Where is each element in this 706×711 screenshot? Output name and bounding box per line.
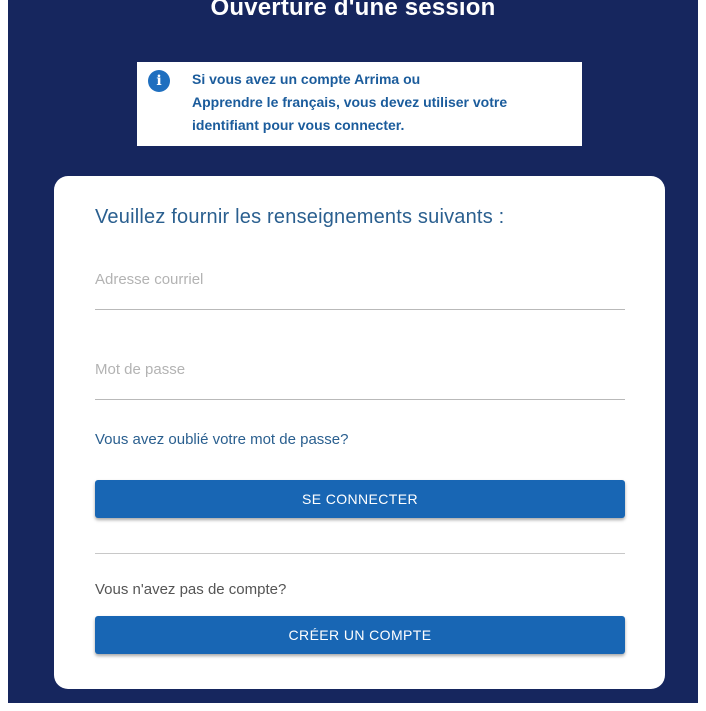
- divider: [95, 553, 625, 554]
- info-line: Si vous avez un compte Arrima ou: [192, 71, 421, 87]
- page-title: Ouverture d'une session: [210, 0, 496, 21]
- email-input[interactable]: [95, 259, 625, 299]
- info-text: Si vous avez un compte Arrima ou Apprend…: [192, 68, 576, 137]
- password-field: [95, 349, 625, 400]
- login-card: Veuillez fournir les renseignements suiv…: [54, 176, 665, 689]
- form-heading: Veuillez fournir les renseignements suiv…: [95, 206, 505, 228]
- info-icon: i: [148, 70, 170, 92]
- info-line: Apprendre le français, vous devez utilis…: [192, 94, 508, 110]
- password-input[interactable]: [95, 349, 625, 389]
- forgot-password-link[interactable]: Vous avez oublié votre mot de passe?: [95, 431, 349, 448]
- email-field: [95, 259, 625, 310]
- info-notice: i Si vous avez un compte Arrima ou Appre…: [137, 62, 582, 146]
- no-account-text: Vous n'avez pas de compte?: [95, 581, 287, 598]
- login-button[interactable]: SE CONNECTER: [95, 480, 625, 518]
- login-screen: Ouverture d'une session i Si vous avez u…: [8, 0, 698, 703]
- create-account-button[interactable]: CRÉER UN COMPTE: [95, 616, 625, 654]
- info-line: identifiant pour vous connecter.: [192, 117, 405, 133]
